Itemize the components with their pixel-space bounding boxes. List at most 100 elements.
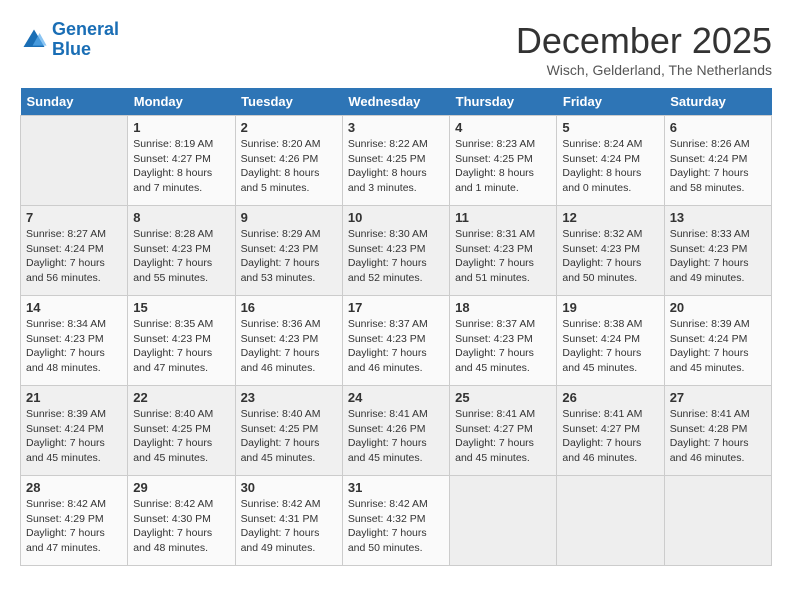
- day-info: Sunrise: 8:41 AMSunset: 4:27 PMDaylight:…: [562, 407, 658, 466]
- calendar-cell: 3 Sunrise: 8:22 AMSunset: 4:25 PMDaylight…: [342, 116, 449, 206]
- day-number: 8: [133, 210, 229, 225]
- calendar-cell: 8 Sunrise: 8:28 AMSunset: 4:23 PMDaylight…: [128, 206, 235, 296]
- day-info: Sunrise: 8:24 AMSunset: 4:24 PMDaylight:…: [562, 137, 658, 196]
- calendar-cell: 4 Sunrise: 8:23 AMSunset: 4:25 PMDaylight…: [450, 116, 557, 206]
- day-info: Sunrise: 8:22 AMSunset: 4:25 PMDaylight:…: [348, 137, 444, 196]
- weekday-header-tuesday: Tuesday: [235, 88, 342, 116]
- day-info: Sunrise: 8:36 AMSunset: 4:23 PMDaylight:…: [241, 317, 337, 376]
- calendar-cell: 23 Sunrise: 8:40 AMSunset: 4:25 PMDayligh…: [235, 386, 342, 476]
- location-subtitle: Wisch, Gelderland, The Netherlands: [516, 62, 772, 78]
- day-info: Sunrise: 8:23 AMSunset: 4:25 PMDaylight:…: [455, 137, 551, 196]
- day-info: Sunrise: 8:37 AMSunset: 4:23 PMDaylight:…: [348, 317, 444, 376]
- day-info: Sunrise: 8:34 AMSunset: 4:23 PMDaylight:…: [26, 317, 122, 376]
- calendar-cell: 29 Sunrise: 8:42 AMSunset: 4:30 PMDayligh…: [128, 476, 235, 566]
- calendar-cell: 5 Sunrise: 8:24 AMSunset: 4:24 PMDaylight…: [557, 116, 664, 206]
- day-info: Sunrise: 8:40 AMSunset: 4:25 PMDaylight:…: [241, 407, 337, 466]
- day-number: 2: [241, 120, 337, 135]
- logo: General Blue: [20, 20, 119, 60]
- calendar-cell: 25 Sunrise: 8:41 AMSunset: 4:27 PMDayligh…: [450, 386, 557, 476]
- calendar-cell: 20 Sunrise: 8:39 AMSunset: 4:24 PMDayligh…: [664, 296, 771, 386]
- day-number: 20: [670, 300, 766, 315]
- calendar-cell: 17 Sunrise: 8:37 AMSunset: 4:23 PMDayligh…: [342, 296, 449, 386]
- calendar-cell: [664, 476, 771, 566]
- day-info: Sunrise: 8:20 AMSunset: 4:26 PMDaylight:…: [241, 137, 337, 196]
- day-number: 4: [455, 120, 551, 135]
- day-number: 17: [348, 300, 444, 315]
- calendar-cell: 28 Sunrise: 8:42 AMSunset: 4:29 PMDayligh…: [21, 476, 128, 566]
- day-info: Sunrise: 8:33 AMSunset: 4:23 PMDaylight:…: [670, 227, 766, 286]
- calendar-cell: 1 Sunrise: 8:19 AMSunset: 4:27 PMDaylight…: [128, 116, 235, 206]
- day-number: 6: [670, 120, 766, 135]
- title-section: December 2025 Wisch, Gelderland, The Net…: [516, 20, 772, 78]
- day-number: 25: [455, 390, 551, 405]
- calendar-cell: 7 Sunrise: 8:27 AMSunset: 4:24 PMDaylight…: [21, 206, 128, 296]
- day-info: Sunrise: 8:19 AMSunset: 4:27 PMDaylight:…: [133, 137, 229, 196]
- calendar-header: SundayMondayTuesdayWednesdayThursdayFrid…: [21, 88, 772, 116]
- day-info: Sunrise: 8:42 AMSunset: 4:32 PMDaylight:…: [348, 497, 444, 556]
- calendar-cell: 31 Sunrise: 8:42 AMSunset: 4:32 PMDayligh…: [342, 476, 449, 566]
- day-info: Sunrise: 8:39 AMSunset: 4:24 PMDaylight:…: [670, 317, 766, 376]
- day-number: 29: [133, 480, 229, 495]
- calendar-cell: 22Sunrise: 8:40 AMSunset: 4:25 PMDayligh…: [128, 386, 235, 476]
- calendar-week-3: 14 Sunrise: 8:34 AMSunset: 4:23 PMDayligh…: [21, 296, 772, 386]
- day-info: Sunrise: 8:42 AMSunset: 4:30 PMDaylight:…: [133, 497, 229, 556]
- calendar-cell: 11 Sunrise: 8:31 AMSunset: 4:23 PMDayligh…: [450, 206, 557, 296]
- day-number: 5: [562, 120, 658, 135]
- day-number: 24: [348, 390, 444, 405]
- day-number: 7: [26, 210, 122, 225]
- calendar-body: 1 Sunrise: 8:19 AMSunset: 4:27 PMDaylight…: [21, 116, 772, 566]
- day-number: 13: [670, 210, 766, 225]
- month-title: December 2025: [516, 20, 772, 62]
- calendar-cell: 26 Sunrise: 8:41 AMSunset: 4:27 PMDayligh…: [557, 386, 664, 476]
- day-number: 26: [562, 390, 658, 405]
- day-info: Sunrise: 8:31 AMSunset: 4:23 PMDaylight:…: [455, 227, 551, 286]
- calendar-cell: [557, 476, 664, 566]
- day-number: 27: [670, 390, 766, 405]
- calendar-cell: [450, 476, 557, 566]
- calendar-table: SundayMondayTuesdayWednesdayThursdayFrid…: [20, 88, 772, 566]
- weekday-row: SundayMondayTuesdayWednesdayThursdayFrid…: [21, 88, 772, 116]
- calendar-cell: 27 Sunrise: 8:41 AMSunset: 4:28 PMDayligh…: [664, 386, 771, 476]
- day-info: Sunrise: 8:32 AMSunset: 4:23 PMDaylight:…: [562, 227, 658, 286]
- calendar-cell: 24Sunrise: 8:41 AMSunset: 4:26 PMDayligh…: [342, 386, 449, 476]
- weekday-header-thursday: Thursday: [450, 88, 557, 116]
- calendar-cell: 18Sunrise: 8:37 AMSunset: 4:23 PMDayligh…: [450, 296, 557, 386]
- day-info: Sunrise: 8:41 AMSunset: 4:27 PMDaylight:…: [455, 407, 551, 466]
- calendar-cell: 30Sunrise: 8:42 AMSunset: 4:31 PMDayligh…: [235, 476, 342, 566]
- page-header: General Blue December 2025 Wisch, Gelder…: [20, 20, 772, 78]
- day-number: 21: [26, 390, 122, 405]
- day-info: Sunrise: 8:42 AMSunset: 4:29 PMDaylight:…: [26, 497, 122, 556]
- day-number: 11: [455, 210, 551, 225]
- day-info: Sunrise: 8:27 AMSunset: 4:24 PMDaylight:…: [26, 227, 122, 286]
- calendar-cell: 10Sunrise: 8:30 AMSunset: 4:23 PMDayligh…: [342, 206, 449, 296]
- day-number: 15: [133, 300, 229, 315]
- day-info: Sunrise: 8:28 AMSunset: 4:23 PMDaylight:…: [133, 227, 229, 286]
- calendar-cell: 16Sunrise: 8:36 AMSunset: 4:23 PMDayligh…: [235, 296, 342, 386]
- calendar-cell: 9Sunrise: 8:29 AMSunset: 4:23 PMDaylight…: [235, 206, 342, 296]
- calendar-cell: 14 Sunrise: 8:34 AMSunset: 4:23 PMDayligh…: [21, 296, 128, 386]
- day-number: 18: [455, 300, 551, 315]
- calendar-cell: 12 Sunrise: 8:32 AMSunset: 4:23 PMDayligh…: [557, 206, 664, 296]
- calendar-cell: 19Sunrise: 8:38 AMSunset: 4:24 PMDayligh…: [557, 296, 664, 386]
- weekday-header-wednesday: Wednesday: [342, 88, 449, 116]
- day-info: Sunrise: 8:29 AMSunset: 4:23 PMDaylight:…: [241, 227, 337, 286]
- calendar-week-1: 1 Sunrise: 8:19 AMSunset: 4:27 PMDaylight…: [21, 116, 772, 206]
- day-number: 14: [26, 300, 122, 315]
- day-number: 3: [348, 120, 444, 135]
- day-number: 12: [562, 210, 658, 225]
- day-number: 31: [348, 480, 444, 495]
- calendar-week-4: 21Sunrise: 8:39 AMSunset: 4:24 PMDayligh…: [21, 386, 772, 476]
- day-info: Sunrise: 8:40 AMSunset: 4:25 PMDaylight:…: [133, 407, 229, 466]
- day-number: 23: [241, 390, 337, 405]
- day-number: 19: [562, 300, 658, 315]
- day-number: 1: [133, 120, 229, 135]
- day-info: Sunrise: 8:41 AMSunset: 4:28 PMDaylight:…: [670, 407, 766, 466]
- calendar-week-2: 7 Sunrise: 8:27 AMSunset: 4:24 PMDaylight…: [21, 206, 772, 296]
- day-info: Sunrise: 8:35 AMSunset: 4:23 PMDaylight:…: [133, 317, 229, 376]
- day-number: 28: [26, 480, 122, 495]
- weekday-header-monday: Monday: [128, 88, 235, 116]
- day-info: Sunrise: 8:26 AMSunset: 4:24 PMDaylight:…: [670, 137, 766, 196]
- weekday-header-friday: Friday: [557, 88, 664, 116]
- weekday-header-sunday: Sunday: [21, 88, 128, 116]
- calendar-cell: 21Sunrise: 8:39 AMSunset: 4:24 PMDayligh…: [21, 386, 128, 476]
